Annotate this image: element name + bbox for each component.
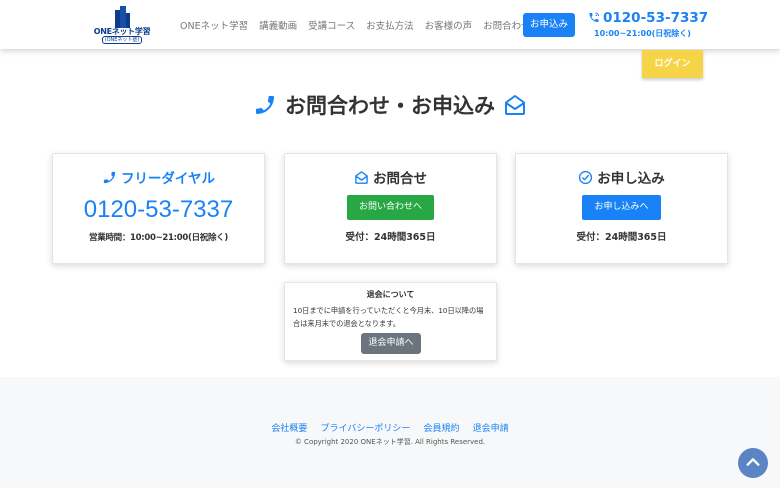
apply-card: お申し込み お申し込みへ 受付：24時間365日 bbox=[515, 153, 728, 264]
footer-link-company[interactable]: 会社概要 bbox=[271, 424, 307, 434]
site-header: ONEネット学習 (ONEネット塾) ONEネット学習 講義動画 受講コース お… bbox=[0, 0, 780, 49]
inquiry-card: お問合せ お問い合わせへ 受付：24時間365日 bbox=[284, 153, 497, 264]
main-nav: ONEネット学習 講義動画 受講コース お支払方法 お客様の声 お問合わせ bbox=[180, 18, 542, 32]
check-circle-icon bbox=[579, 170, 593, 185]
apply-title: お申し込み bbox=[516, 167, 727, 187]
freedial-title: フリーダイヤル bbox=[53, 167, 264, 187]
page-title-text: お問合わせ・お申込み bbox=[285, 94, 495, 118]
inquiry-button[interactable]: お問い合わせへ bbox=[346, 195, 434, 220]
freedial-phone-number[interactable]: 0120-53-7337 bbox=[53, 196, 264, 224]
nav-item-courses[interactable]: 受講コース bbox=[308, 18, 355, 32]
footer-link-withdraw[interactable]: 退会申請 bbox=[473, 424, 509, 434]
logo-subtext: (ONEネット塾) bbox=[102, 36, 142, 44]
header-hours: 10:00~21:00(日祝除く) bbox=[594, 29, 691, 38]
nav-item-voices[interactable]: お客様の声 bbox=[425, 18, 473, 32]
site-logo[interactable]: ONEネット学習 (ONEネット塾) bbox=[92, 6, 152, 44]
logo-building-icon bbox=[115, 6, 130, 28]
header-apply-button[interactable]: お申込み bbox=[523, 13, 575, 37]
header-phone-number: 0120-53-7337 bbox=[603, 10, 709, 26]
nav-item-videos[interactable]: 講義動画 bbox=[259, 18, 297, 32]
apply-title-text: お申し込み bbox=[597, 171, 665, 187]
envelope-open-icon bbox=[505, 95, 525, 115]
chevron-up-icon bbox=[746, 458, 760, 466]
withdraw-title: 退会について bbox=[366, 290, 415, 299]
phone-icon bbox=[589, 12, 599, 22]
footer-link-terms[interactable]: 会員規約 bbox=[423, 424, 459, 434]
withdraw-text: 10日までに申請を行っていただくと今月末、10日以降の場合は来月末での退会となり… bbox=[293, 306, 484, 328]
withdraw-button[interactable]: 退会申請へ bbox=[361, 333, 421, 354]
phone-icon bbox=[103, 171, 116, 184]
freedial-title-text: フリーダイヤル bbox=[120, 171, 216, 187]
envelope-open-icon bbox=[355, 171, 368, 184]
apply-note: 受付：24時間365日 bbox=[576, 232, 667, 243]
footer-link-privacy[interactable]: プライバシーポリシー bbox=[321, 424, 411, 434]
copyright: © Copyright 2020 ONEネット学習. All Rights Re… bbox=[294, 438, 486, 446]
apply-button[interactable]: お申し込みへ bbox=[582, 195, 661, 220]
inquiry-note: 受付：24時間365日 bbox=[345, 232, 436, 243]
freedial-hours: 営業時間：10:00~21:00(日祝除く) bbox=[89, 233, 228, 243]
page-title: お問合わせ・お申込み bbox=[0, 90, 780, 120]
withdraw-box: 退会について 10日までに申請を行っていただくと今月末、10日以降の場合は来月末… bbox=[284, 282, 497, 361]
phone-icon bbox=[256, 96, 274, 114]
inquiry-title: お問合せ bbox=[285, 167, 496, 187]
nav-item-one-net[interactable]: ONEネット学習 bbox=[180, 18, 248, 32]
nav-item-payment[interactable]: お支払方法 bbox=[366, 18, 414, 32]
site-footer: 会社概要 プライバシーポリシー 会員規約 退会申請 © Copyright 20… bbox=[0, 377, 780, 488]
header-phone-number-row: 0120-53-7337 bbox=[588, 10, 708, 26]
login-button[interactable]: ログイン bbox=[642, 50, 703, 78]
back-to-top-button[interactable] bbox=[738, 448, 768, 478]
header-phone[interactable]: 0120-53-7337 10:00~21:00(日祝除く) bbox=[588, 10, 708, 39]
inquiry-title-text: お問合せ bbox=[373, 171, 427, 187]
freedial-card: フリーダイヤル 0120-53-7337 営業時間：10:00~21:00(日祝… bbox=[52, 153, 265, 264]
footer-links: 会社概要 プライバシーポリシー 会員規約 退会申請 bbox=[0, 416, 780, 435]
